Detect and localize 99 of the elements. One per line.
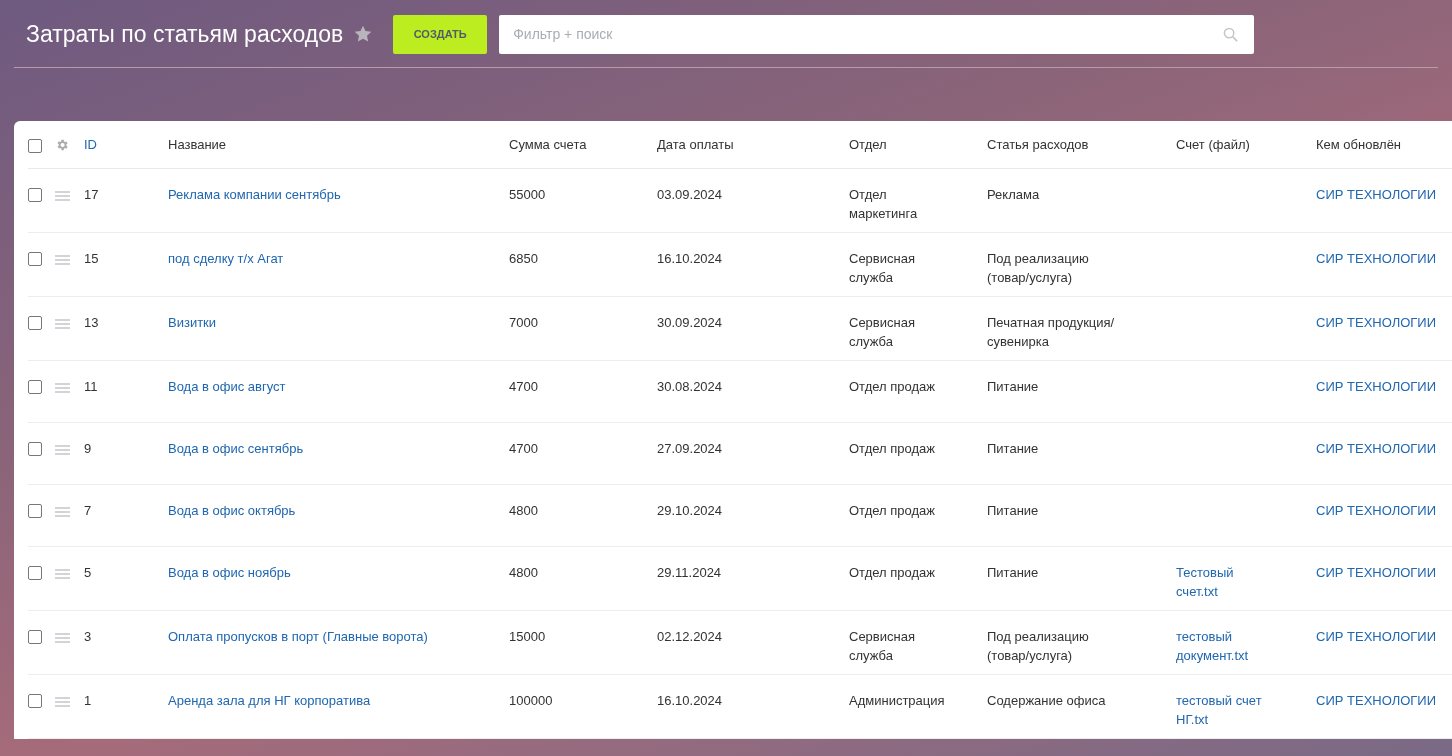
- drag-handle-icon[interactable]: [55, 569, 70, 579]
- user-link[interactable]: СИР ТЕХНОЛОГИИ: [1316, 251, 1437, 266]
- table-cell-text: 4800: [509, 502, 538, 520]
- table-cell-text: 3: [84, 628, 93, 646]
- table-cell-text: 16.10.2024: [657, 692, 723, 710]
- table-cell-text: Отдел продаж: [849, 378, 935, 396]
- column-header[interactable]: Счет (файл): [1176, 135, 1316, 154]
- column-header[interactable]: Дата оплаты: [657, 135, 849, 154]
- settings-icon[interactable]: [55, 138, 69, 152]
- star-icon[interactable]: [353, 24, 374, 44]
- row-checkbox[interactable]: [28, 380, 42, 394]
- record-link[interactable]: Визитки: [168, 315, 217, 330]
- table-cell-text: 11: [84, 378, 99, 396]
- drag-handle-icon[interactable]: [55, 319, 70, 329]
- table-cell-text: Отдел продаж: [849, 502, 935, 520]
- table-cell-text: 7000: [509, 314, 538, 332]
- table-cell-text: 03.09.2024: [657, 186, 723, 204]
- page-title: Затраты по статьям расходов: [26, 19, 344, 49]
- table-cell-text: Реклама: [987, 186, 1040, 204]
- drag-handle-icon[interactable]: [55, 191, 70, 201]
- table-cell-text: 29.11.2024: [657, 564, 722, 582]
- table-cell-text: 4700: [509, 440, 538, 458]
- column-header[interactable]: Кем обновлён: [1316, 135, 1452, 154]
- search-field[interactable]: Фильтр + поиск: [499, 14, 1254, 54]
- table-cell-text: Питание: [987, 502, 1039, 520]
- row-checkbox[interactable]: [28, 442, 42, 456]
- file-link[interactable]: тестовый документ.txt: [1176, 627, 1272, 665]
- table-cell-text: Отдел маркетинга: [849, 186, 919, 223]
- select-all-checkbox[interactable]: [28, 139, 42, 153]
- table-cell-text: 15: [84, 250, 100, 268]
- create-button[interactable]: СОЗДАТЬ: [393, 14, 488, 54]
- user-link[interactable]: СИР ТЕХНОЛОГИИ: [1316, 629, 1437, 644]
- search-icon[interactable]: [1223, 26, 1238, 42]
- record-link[interactable]: Вода в офис ноябрь: [168, 565, 291, 580]
- table-cell-text: 4700: [509, 378, 538, 396]
- table-cell-text: 4800: [509, 564, 538, 582]
- record-link[interactable]: Вода в офис октябрь: [168, 503, 296, 518]
- column-header[interactable]: Статья расходов: [987, 135, 1176, 154]
- record-link[interactable]: под сделку т/х Агат: [168, 251, 284, 266]
- user-link[interactable]: СИР ТЕХНОЛОГИИ: [1316, 693, 1437, 708]
- table-cell-text: Сервисная служба: [849, 628, 916, 665]
- column-header[interactable]: Название: [168, 135, 509, 154]
- drag-handle-icon[interactable]: [55, 697, 70, 707]
- table-cell-text: Питание: [987, 564, 1039, 582]
- drag-handle-icon[interactable]: [55, 445, 70, 455]
- record-link[interactable]: Реклама компании сентябрь: [168, 187, 341, 202]
- table-cell-text: Питание: [987, 440, 1039, 458]
- record-link[interactable]: Вода в офис август: [168, 379, 286, 394]
- table-cell-text: 29.10.2024: [657, 502, 723, 520]
- table-cell-text: Содержание офиса: [987, 692, 1106, 710]
- table-cell-text: 7: [84, 502, 93, 520]
- table-cell-text: 9: [84, 440, 93, 458]
- table-cell-text: 27.09.2024: [657, 440, 723, 458]
- table-cell-text: 13: [84, 314, 100, 332]
- record-link[interactable]: Вода в офис сентябрь: [168, 441, 304, 456]
- file-link[interactable]: тестовый счет НГ.txt: [1176, 691, 1272, 729]
- user-link[interactable]: СИР ТЕХНОЛОГИИ: [1316, 503, 1437, 518]
- table-cell-text: 16.10.2024: [657, 250, 723, 268]
- table-cell-text: Отдел продаж: [849, 564, 935, 582]
- column-header[interactable]: Отдел: [849, 135, 987, 154]
- table-cell-text: Отдел продаж: [849, 440, 935, 458]
- user-link[interactable]: СИР ТЕХНОЛОГИИ: [1316, 315, 1437, 330]
- drag-handle-icon[interactable]: [55, 633, 70, 643]
- column-header[interactable]: ID: [84, 135, 168, 154]
- table-cell-text: 55000: [509, 186, 546, 204]
- drag-handle-icon[interactable]: [55, 383, 70, 393]
- table-cell-text: Под реализацию (товар/услуга): [987, 628, 1090, 665]
- user-link[interactable]: СИР ТЕХНОЛОГИИ: [1316, 187, 1437, 202]
- row-checkbox[interactable]: [28, 566, 42, 580]
- table-cell-text: 15000: [509, 628, 546, 646]
- drag-handle-icon[interactable]: [55, 507, 70, 517]
- table-cell-text: 100000: [509, 692, 553, 710]
- table-cell-text: Под реализацию (товар/услуга): [987, 250, 1090, 287]
- table-cell-text: Администрация: [849, 692, 945, 710]
- table-cell-text: 6850: [509, 250, 538, 268]
- row-checkbox[interactable]: [28, 316, 42, 330]
- user-link[interactable]: СИР ТЕХНОЛОГИИ: [1316, 379, 1437, 394]
- table-cell-text: Питание: [987, 378, 1039, 396]
- record-link[interactable]: Оплата пропусков в порт (Главные ворота): [168, 629, 428, 644]
- user-link[interactable]: СИР ТЕХНОЛОГИИ: [1316, 441, 1437, 456]
- table-cell-text: 30.08.2024: [657, 378, 723, 396]
- record-link[interactable]: Аренда зала для НГ корпоратива: [168, 693, 371, 708]
- table-cell-text: Сервисная служба: [849, 314, 916, 351]
- table-cell-text: Сервисная служба: [849, 250, 916, 287]
- row-checkbox[interactable]: [28, 694, 42, 708]
- table-cell-text: 30.09.2024: [657, 314, 723, 332]
- table-cell-text: 1: [84, 692, 93, 710]
- table-cell-text: Печатная продукция/ сувенирка: [987, 314, 1116, 351]
- drag-handle-icon[interactable]: [55, 255, 70, 265]
- row-checkbox[interactable]: [28, 630, 42, 644]
- table-cell-text: 5: [84, 564, 93, 582]
- row-checkbox[interactable]: [28, 504, 42, 518]
- user-link[interactable]: СИР ТЕХНОЛОГИИ: [1316, 565, 1437, 580]
- table-cell-text: 17: [84, 186, 100, 204]
- table-cell-text: 02.12.2024: [657, 628, 723, 646]
- row-checkbox[interactable]: [28, 188, 42, 202]
- column-header[interactable]: Сумма счета: [509, 135, 657, 154]
- row-checkbox[interactable]: [28, 252, 42, 266]
- file-link[interactable]: Тестовый счет.txt: [1176, 563, 1272, 601]
